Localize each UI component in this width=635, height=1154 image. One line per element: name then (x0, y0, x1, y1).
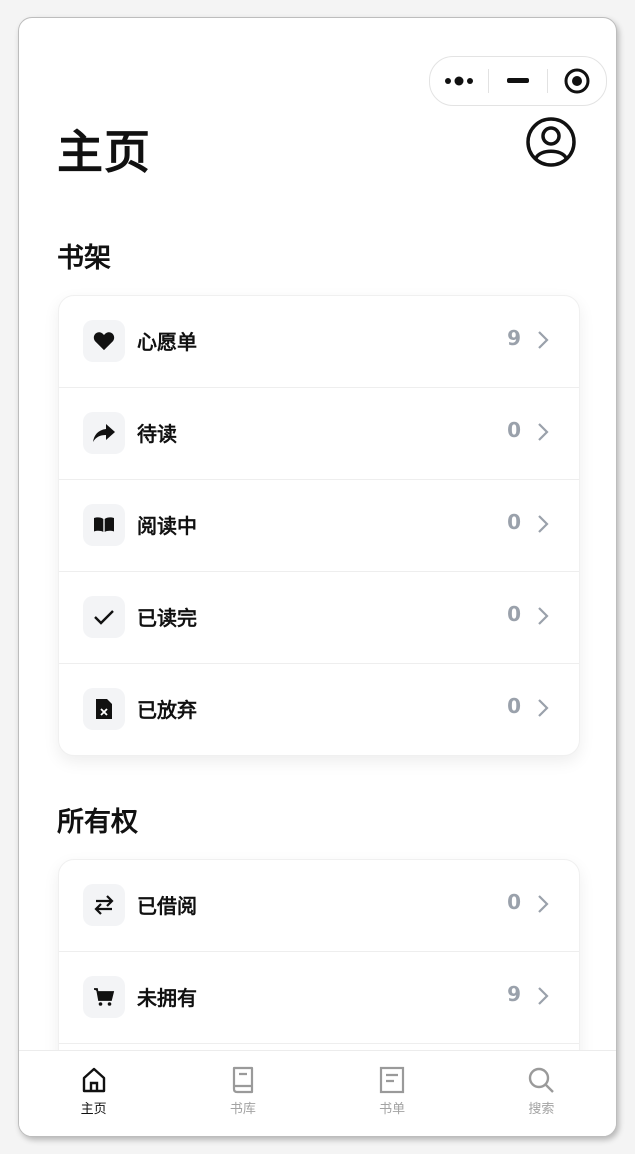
heart-icon (93, 332, 115, 351)
chevron-right-icon (538, 987, 549, 1005)
shelf-row-reading[interactable]: 阅读中 0 (59, 480, 579, 572)
row-label: 已借阅 (137, 894, 197, 918)
file-x-icon (96, 699, 112, 719)
close-mini-program-button[interactable] (548, 57, 606, 105)
list-icon (380, 1066, 405, 1094)
share-arrow-icon (93, 424, 115, 442)
shelf-row-wishlist[interactable]: 心愿单 9 (59, 296, 579, 388)
chevron-right-icon (538, 607, 549, 625)
more-options-button[interactable] (430, 57, 488, 105)
checkmark-icon (94, 610, 114, 625)
row-count: 0 (507, 694, 521, 718)
tab-label: 主页 (80, 1102, 107, 1117)
shelf-row-finished[interactable]: 已读完 0 (59, 572, 579, 664)
shelf-card: 心愿单 9 待读 0 阅读中 0 已读完 0 已放弃 0 (58, 295, 580, 756)
row-count: 0 (507, 418, 521, 442)
chevron-right-icon (538, 895, 549, 913)
row-label: 已放弃 (137, 698, 197, 722)
row-count: 0 (507, 890, 521, 914)
chevron-right-icon (538, 423, 549, 441)
row-label: 心愿单 (137, 330, 197, 354)
chevron-right-icon (538, 515, 549, 533)
minus-icon (507, 78, 529, 83)
tab-bar: 主页 书库 书单 搜索 (19, 1050, 616, 1136)
page-title: 主页 (57, 125, 151, 179)
swap-arrows-icon (94, 895, 114, 915)
row-label: 未拥有 (137, 986, 197, 1010)
shelf-row-to-read[interactable]: 待读 0 (59, 388, 579, 480)
row-count: 9 (507, 326, 521, 350)
ownership-row-not-owned[interactable]: 未拥有 9 (59, 952, 579, 1044)
row-label: 阅读中 (137, 514, 197, 538)
tab-booklist[interactable]: 书单 (318, 1051, 467, 1136)
home-icon (82, 1067, 105, 1093)
tab-search[interactable]: 搜索 (467, 1051, 616, 1136)
minimize-button[interactable] (489, 57, 547, 105)
tab-home[interactable]: 主页 (19, 1051, 168, 1136)
chevron-right-icon (538, 331, 549, 349)
open-book-icon (94, 517, 114, 532)
phone-screen: 主页 书架 心愿单 9 待读 0 阅读中 0 已读完 0 已放弃 0 所有权 已… (18, 17, 617, 1137)
row-count: 0 (507, 602, 521, 626)
tab-library[interactable]: 书库 (168, 1051, 317, 1136)
row-label: 待读 (137, 422, 177, 446)
row-count: 9 (507, 982, 521, 1006)
book-icon (232, 1066, 253, 1094)
chevron-right-icon (538, 699, 549, 717)
search-icon (529, 1067, 555, 1093)
row-label: 已读完 (137, 606, 197, 630)
profile-button[interactable] (525, 116, 577, 168)
cart-icon (94, 988, 115, 1006)
tab-label: 书单 (379, 1102, 406, 1117)
section-title-ownership: 所有权 (57, 807, 138, 838)
tab-label: 搜索 (528, 1102, 555, 1117)
ownership-row-borrowed[interactable]: 已借阅 0 (59, 860, 579, 952)
shelf-row-abandoned[interactable]: 已放弃 0 (59, 664, 579, 755)
tab-label: 书库 (229, 1102, 256, 1117)
target-circle-icon (564, 68, 590, 94)
more-dots-icon (445, 76, 473, 86)
row-count: 0 (507, 510, 521, 534)
user-circle-icon (526, 117, 576, 167)
mini-program-capsule (429, 56, 607, 106)
section-title-shelf: 书架 (57, 243, 111, 274)
